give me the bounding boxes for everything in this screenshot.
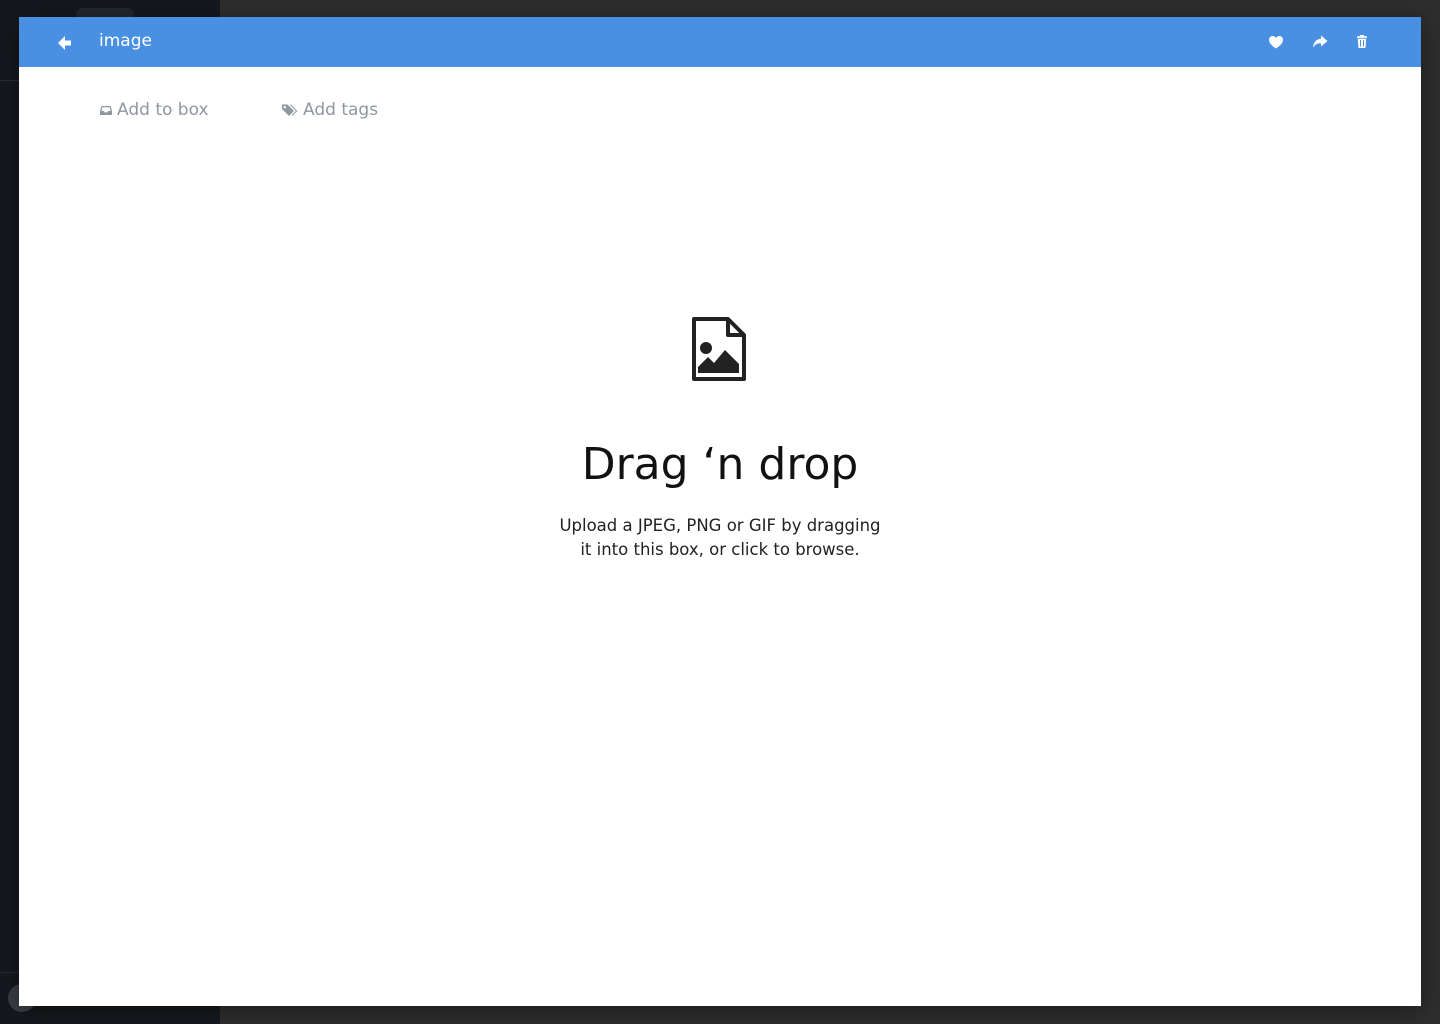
background-divider bbox=[0, 972, 19, 973]
dropzone-description-line: Upload a JPEG, PNG or GIF by dragging bbox=[559, 516, 881, 535]
modal-title: image bbox=[99, 31, 152, 51]
arrow-left-icon bbox=[58, 36, 71, 50]
upload-modal: image Add to box Add tags Drag ‘n drop U… bbox=[19, 17, 1421, 1006]
file-image-icon bbox=[690, 317, 746, 385]
favorite-button[interactable] bbox=[1266, 32, 1286, 52]
back-button[interactable] bbox=[53, 32, 75, 54]
background-divider bbox=[0, 80, 19, 81]
dropzone[interactable]: Drag ‘n drop Upload a JPEG, PNG or GIF b… bbox=[19, 67, 1421, 1006]
dropzone-description-line: it into this box, or click to browse. bbox=[580, 540, 860, 559]
modal-header: image bbox=[19, 17, 1421, 67]
dropzone-description: Upload a JPEG, PNG or GIF by dragging it… bbox=[520, 514, 920, 562]
heart-icon bbox=[1269, 36, 1283, 49]
trash-icon bbox=[1357, 35, 1367, 48]
dropzone-title: Drag ‘n drop bbox=[581, 439, 859, 490]
share-arrow-icon bbox=[1313, 35, 1328, 48]
share-button[interactable] bbox=[1310, 32, 1330, 52]
delete-button[interactable] bbox=[1352, 32, 1372, 52]
